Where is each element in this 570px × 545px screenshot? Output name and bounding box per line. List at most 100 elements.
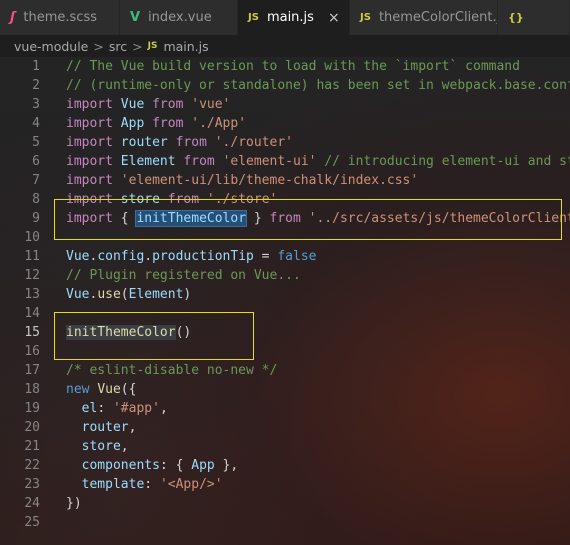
code-token: from — [183, 154, 215, 169]
code-token: /* eslint-disable no-new */ — [66, 363, 278, 378]
line-number: 22 — [24, 458, 40, 473]
vue-file-icon: V — [130, 10, 141, 25]
tab-index-vue[interactable]: Vindex.vue — [120, 0, 238, 35]
code-token: , — [159, 401, 168, 416]
code-token: from — [152, 97, 184, 112]
code-line[interactable]: 4 import App from './App' — [0, 114, 570, 133]
annotation-box-import-line — [54, 199, 562, 240]
code-line[interactable]: 19 el: '#app', — [0, 399, 570, 418]
code-line[interactable]: 20 router, — [0, 418, 570, 437]
sass-file-icon: ʃ — [10, 10, 16, 25]
code-token: App — [120, 116, 145, 131]
line-number: 4 — [32, 116, 40, 131]
tab-label: themeColorClient.js — [378, 10, 498, 25]
breadcrumb-folder-vue-module[interactable]: vue-module — [14, 39, 88, 54]
code-text: el: '#app', — [66, 399, 168, 418]
code-text: store, — [66, 437, 129, 456]
code-line[interactable]: 11 Vue.config.productionTip = false — [0, 247, 570, 266]
line-number: 7 — [32, 173, 40, 188]
code-line[interactable]: 17 /* eslint-disable no-new */ — [0, 361, 570, 380]
code-token: : { — [159, 458, 192, 473]
code-token: ({ — [120, 382, 137, 397]
code-line[interactable]: 21 store, — [0, 437, 570, 456]
code-token: './App' — [191, 116, 247, 131]
code-line[interactable]: 6 import Element from 'element-ui' // int… — [0, 152, 570, 171]
code-token: use — [97, 287, 121, 302]
tab-bar: ʃ theme.scss Vindex.vue JS main.js × JS themeCo… — [0, 0, 570, 35]
line-number: 3 — [32, 97, 40, 112]
line-number: 9 — [32, 211, 40, 226]
code-line[interactable]: 2 // (runtime-only or standalone) has bee… — [0, 76, 570, 95]
code-text: import Element from 'element-ui' // intr… — [66, 152, 570, 171]
code-line[interactable]: 22 components: { App }, — [0, 456, 570, 475]
code-line[interactable]: 18 new Vue({ — [0, 380, 570, 399]
line-number: 20 — [24, 420, 40, 435]
code-text: // The Vue build version to load with th… — [66, 57, 520, 76]
code-token: , — [120, 439, 129, 454]
code-token: components — [81, 458, 160, 473]
js-file-icon: JS — [147, 41, 158, 51]
tab-main-js[interactable]: JS main.js × — [238, 0, 350, 35]
code-token: import — [66, 135, 113, 150]
code-token: import — [66, 173, 113, 188]
code-token: new — [66, 382, 90, 397]
code-token: // Plugin registered on Vue... — [66, 268, 301, 283]
code-token: = — [253, 249, 278, 264]
code-line[interactable]: 24}) — [0, 494, 570, 513]
breadcrumb-file-main-js[interactable]: main.js — [163, 39, 208, 54]
json-file-icon: {} — [508, 11, 524, 24]
code-token: '<App/>' — [159, 477, 223, 492]
code-token: config — [97, 249, 145, 264]
code-token: : — [97, 401, 113, 416]
line-number: 6 — [32, 154, 40, 169]
code-token: // The Vue build version to load with th… — [66, 59, 520, 74]
code-editor[interactable]: 1 // The Vue build version to load with t… — [0, 57, 570, 545]
code-token: router — [120, 135, 168, 150]
code-text: router, — [66, 418, 137, 437]
line-number: 13 — [24, 287, 40, 302]
code-line[interactable]: 1 // The Vue build version to load with t… — [0, 57, 570, 76]
code-line[interactable]: 25 — [0, 513, 570, 532]
code-text: // (runtime-only or standalone) has been… — [66, 76, 570, 95]
line-number: 23 — [24, 477, 40, 492]
code-text: Vue.use(Element) — [66, 285, 191, 304]
tab-theme-scss[interactable]: ʃ theme.scss — [0, 0, 120, 35]
tab-json-file[interactable]: {} — [498, 0, 570, 35]
close-icon[interactable]: × — [328, 10, 340, 26]
line-number: 25 — [24, 515, 40, 530]
code-token: ) — [183, 287, 192, 302]
code-token: Vue — [66, 249, 90, 264]
code-token: false — [277, 249, 317, 264]
code-line[interactable]: 13 Vue.use(Element) — [0, 285, 570, 304]
line-number: 15 — [24, 325, 40, 340]
code-token: 'element-ui/lib/theme-chalk/index.css' — [120, 173, 419, 188]
tab-themeColorClient-js[interactable]: JS themeColorClient.js — [350, 0, 498, 35]
code-line[interactable]: 3 import Vue from 'vue' — [0, 95, 570, 114]
annotation-box-call-line — [54, 312, 254, 360]
breadcrumb-folder-src[interactable]: src — [109, 39, 127, 54]
line-number: 16 — [24, 344, 40, 359]
chevron-right-icon: > — [132, 38, 143, 54]
code-line[interactable]: 12 // Plugin registered on Vue... — [0, 266, 570, 285]
code-line[interactable]: 5 import router from './router' — [0, 133, 570, 152]
code-token: // introducing element-ui and sty — [324, 154, 570, 169]
js-file-icon: JS — [248, 12, 259, 23]
tab-label: theme.scss — [23, 10, 98, 25]
code-text: template: '<App/>' — [66, 475, 223, 494]
code-token: import — [66, 97, 113, 112]
chevron-right-icon: > — [93, 38, 104, 54]
code-text: import Vue from 'vue' — [66, 95, 230, 114]
code-line[interactable]: 23 template: '<App/>' — [0, 475, 570, 494]
code-text: }) — [66, 494, 82, 513]
code-token: }, — [214, 458, 239, 473]
code-line[interactable]: 7 import 'element-ui/lib/theme-chalk/inde… — [0, 171, 570, 190]
